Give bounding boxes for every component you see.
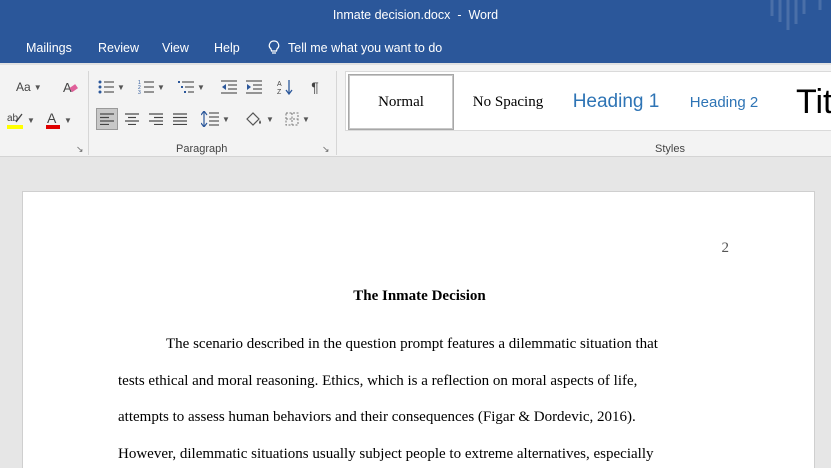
style-heading-2[interactable]: Heading 2: [676, 74, 772, 130]
titlebar-decoration-icon: [770, 0, 822, 30]
chevron-down-icon: ▼: [266, 114, 274, 124]
app-name: Word: [468, 8, 499, 22]
title-bar: Inmate decision.docx - Word: [0, 0, 831, 33]
document-workspace[interactable]: 2 The Inmate Decision The scenario descr…: [0, 157, 831, 468]
tell-me-search[interactable]: Tell me what you want to do: [268, 40, 442, 55]
multilevel-list-button[interactable]: ▼: [178, 77, 205, 97]
svg-text:A: A: [47, 110, 57, 126]
sort-az-icon: AZ: [277, 80, 293, 95]
tab-review[interactable]: Review: [98, 41, 139, 55]
paragraph-line: attempts to assess human behaviors and t…: [118, 409, 636, 425]
styles-gallery: Normal No Spacing Heading 1 Heading 2 Ti…: [345, 71, 831, 131]
paragraph-dialog-launcher-icon[interactable]: ↘: [322, 144, 330, 155]
paragraph-group-label: Paragraph: [176, 143, 228, 155]
pilcrow-icon: ¶: [311, 79, 319, 95]
increase-indent-button[interactable]: [245, 77, 263, 97]
change-case-label: Aa: [16, 80, 31, 94]
justify-button[interactable]: [169, 108, 191, 130]
line-spacing-icon: [201, 111, 219, 127]
tab-help[interactable]: Help: [214, 41, 240, 55]
chevron-down-icon: ▼: [197, 82, 205, 92]
styles-group-label: Styles: [655, 143, 685, 155]
tab-mailings[interactable]: Mailings: [26, 41, 72, 55]
window-title: Inmate decision.docx - Word: [0, 8, 831, 22]
decrease-indent-icon: [221, 80, 237, 94]
ribbon-separator: [88, 71, 89, 155]
shading-button[interactable]: ▼: [245, 109, 274, 129]
svg-text:ab: ab: [7, 113, 19, 124]
sort-button[interactable]: AZ: [276, 77, 294, 97]
align-center-button[interactable]: [121, 108, 143, 130]
align-right-icon: [149, 113, 163, 125]
chevron-down-icon: ▼: [64, 115, 72, 125]
style-heading-1[interactable]: Heading 1: [564, 74, 668, 130]
font-color-icon: A: [46, 110, 60, 129]
eraser-icon: A: [63, 80, 78, 95]
bullets-button[interactable]: ▼: [98, 77, 125, 97]
tell-me-text: Tell me what you want to do: [288, 40, 443, 55]
highlighter-icon: ab: [7, 113, 23, 129]
font-color-button[interactable]: A ▼: [45, 109, 72, 131]
align-center-icon: [125, 113, 139, 125]
svg-text:3: 3: [138, 90, 141, 94]
ribbon-tabs: Mailings Review View Help Tell me what y…: [0, 33, 831, 63]
document-page[interactable]: 2 The Inmate Decision The scenario descr…: [22, 191, 815, 468]
bullet-list-icon: [98, 80, 114, 94]
highlight-color-button[interactable]: ab ▼: [6, 109, 35, 131]
align-left-button[interactable]: [96, 108, 118, 130]
change-case-button[interactable]: Aa ▼: [16, 77, 42, 97]
ribbon: Aa ▼ A ab ▼ A ▼ ↘ ▼ 123 ▼ ▼ A Z ¶ ▼ ▼ ▼ …: [0, 63, 831, 157]
style-normal[interactable]: Normal: [348, 74, 454, 130]
paragraph-line: However, dilemmatic situations usually s…: [118, 446, 654, 462]
font-dialog-launcher-icon[interactable]: ↘: [76, 144, 84, 155]
borders-button[interactable]: ▼: [285, 109, 310, 129]
lightbulb-icon: [268, 40, 280, 54]
svg-text:Z: Z: [277, 89, 282, 95]
tab-view[interactable]: View: [162, 41, 189, 55]
page-number: 2: [721, 240, 730, 256]
justify-icon: [173, 113, 187, 125]
numbered-list-icon: 123: [138, 80, 154, 94]
paint-bucket-icon: [246, 112, 261, 126]
chevron-down-icon: ▼: [33, 82, 42, 92]
borders-icon: [285, 112, 299, 126]
increase-indent-icon: [246, 80, 262, 94]
clear-formatting-button[interactable]: A: [60, 77, 80, 97]
paragraph-line: The scenario described in the question p…: [166, 336, 658, 352]
document-title: The Inmate Decision: [353, 288, 486, 304]
show-formatting-marks-button[interactable]: ¶: [306, 77, 324, 97]
line-spacing-button[interactable]: ▼: [201, 109, 230, 129]
align-left-icon: [100, 113, 114, 125]
multilevel-list-icon: [178, 81, 194, 93]
style-no-spacing[interactable]: No Spacing: [458, 74, 558, 130]
align-right-button[interactable]: [145, 108, 167, 130]
title-separator: -: [457, 8, 462, 22]
chevron-down-icon: ▼: [157, 82, 165, 92]
chevron-down-icon: ▼: [27, 115, 35, 125]
numbering-button[interactable]: 123 ▼: [138, 77, 165, 97]
ribbon-separator: [336, 71, 337, 155]
chevron-down-icon: ▼: [117, 82, 125, 92]
style-title[interactable]: Title: [796, 74, 831, 130]
document-name: Inmate decision.docx: [332, 8, 451, 22]
chevron-down-icon: ▼: [302, 114, 310, 124]
svg-text:A: A: [277, 81, 282, 88]
paragraph-line: tests ethical and moral reasoning. Ethic…: [118, 373, 638, 389]
chevron-down-icon: ▼: [222, 114, 230, 124]
decrease-indent-button[interactable]: [220, 77, 238, 97]
